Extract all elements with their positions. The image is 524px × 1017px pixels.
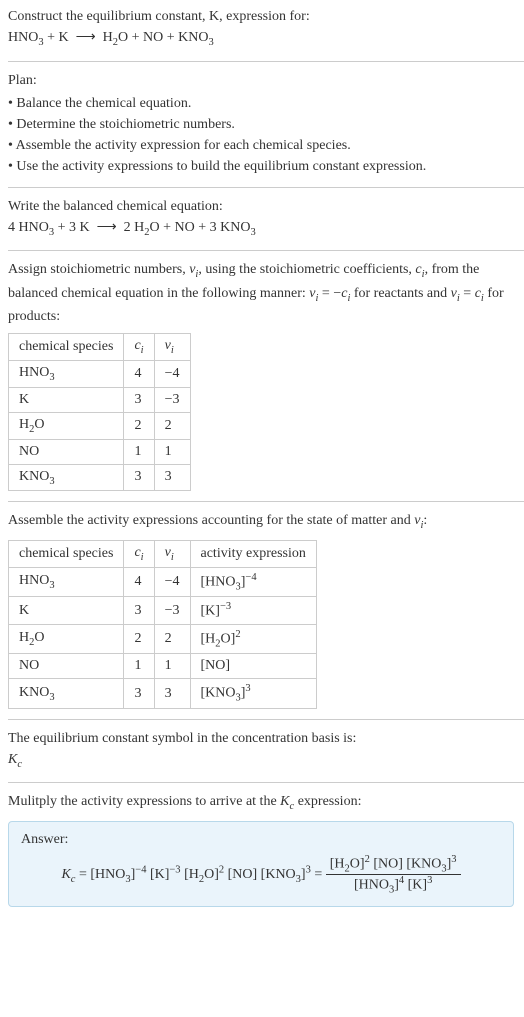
answer-numerator: [H2O]2 [NO] [KNO3]3 [326,854,461,875]
col-species: chemical species [9,540,124,567]
activity-section: Assemble the activity expressions accoun… [8,501,524,708]
multiply-intro: Mulitply the activity expressions to arr… [8,791,524,815]
cell-ci: 3 [124,464,154,491]
plan-heading: Plan: [8,70,524,91]
cell-species: K [9,387,124,412]
balanced-section: Write the balanced chemical equation: 4 … [8,187,524,241]
balanced-equation: 4 HNO3 + 3 K ⟶ 2 H2O + NO + 3 KNO3 [8,217,524,241]
table-row: NO 1 1 [NO] [9,654,317,679]
prompt-equation: HNO3 + K ⟶ H2O + NO + KNO3 [8,27,524,51]
cell-vi: −4 [154,567,190,596]
cell-species: H2O [9,624,124,653]
cell-ci: 3 [124,597,154,625]
prompt-section: Construct the equilibrium constant, K, e… [8,6,524,51]
cell-vi: 2 [154,412,190,439]
answer-label: Answer: [21,832,501,848]
table-row: H2O 2 2 [9,412,191,439]
cell-ci: 3 [124,387,154,412]
answer-lhs: Kc = [HNO3]−4 [K]−3 [H2O]2 [NO] [KNO3]3 … [61,867,325,882]
table-row: K 3 −3 [K]−3 [9,597,317,625]
cell-activity: [KNO3]3 [190,679,316,708]
stoich-table: chemical species ci νi HNO3 4 −4 K 3 −3 … [8,333,191,491]
answer-section: Mulitply the activity expressions to arr… [8,782,524,906]
col-activity: activity expression [190,540,316,567]
table-row: H2O 2 2 [H2O]2 [9,624,317,653]
plan-bullet: • Assemble the activity expression for e… [8,135,524,156]
answer-fraction: [H2O]2 [NO] [KNO3]3 [HNO3]4 [K]3 [326,854,461,896]
kc-symbol: Kc [8,749,524,773]
answer-box: Answer: Kc = [HNO3]−4 [K]−3 [H2O]2 [NO] … [8,821,514,907]
table-row: K 3 −3 [9,387,191,412]
cell-species: NO [9,439,124,464]
col-vi: νi [154,334,190,361]
plan-bullet: • Balance the chemical equation. [8,93,524,114]
cell-activity: [H2O]2 [190,624,316,653]
cell-vi: 3 [154,679,190,708]
cell-species: KNO3 [9,464,124,491]
plan-section: Plan: • Balance the chemical equation. •… [8,61,524,177]
cell-vi: 1 [154,439,190,464]
cell-species: HNO3 [9,360,124,387]
cell-ci: 1 [124,439,154,464]
cell-species: HNO3 [9,567,124,596]
cell-vi: 2 [154,624,190,653]
cell-species: KNO3 [9,679,124,708]
plan-bullet: • Use the activity expressions to build … [8,156,524,177]
prompt-line1: Construct the equilibrium constant, K, e… [8,6,524,27]
col-vi: νi [154,540,190,567]
cell-vi: −4 [154,360,190,387]
cell-ci: 2 [124,412,154,439]
kc-symbol-section: The equilibrium constant symbol in the c… [8,719,524,773]
table-row: NO 1 1 [9,439,191,464]
table-row: HNO3 4 −4 [HNO3]−4 [9,567,317,596]
cell-vi: −3 [154,387,190,412]
cell-ci: 1 [124,654,154,679]
balanced-heading: Write the balanced chemical equation: [8,196,524,217]
plan-bullets: • Balance the chemical equation. • Deter… [8,93,524,177]
cell-ci: 4 [124,360,154,387]
cell-ci: 3 [124,679,154,708]
plan-bullet: • Determine the stoichiometric numbers. [8,114,524,135]
cell-vi: −3 [154,597,190,625]
cell-vi: 1 [154,654,190,679]
kc-symbol-text: The equilibrium constant symbol in the c… [8,728,524,749]
col-ci: ci [124,334,154,361]
table-row: KNO3 3 3 [KNO3]3 [9,679,317,708]
answer-denominator: [HNO3]4 [K]3 [326,875,461,895]
cell-activity: [NO] [190,654,316,679]
cell-ci: 2 [124,624,154,653]
cell-species: K [9,597,124,625]
table-header-row: chemical species ci νi [9,334,191,361]
cell-species: H2O [9,412,124,439]
stoich-section: Assign stoichiometric numbers, νi, using… [8,250,524,491]
stoich-intro: Assign stoichiometric numbers, νi, using… [8,259,524,327]
activity-table: chemical species ci νi activity expressi… [8,540,317,709]
cell-species: NO [9,654,124,679]
table-header-row: chemical species ci νi activity expressi… [9,540,317,567]
table-row: KNO3 3 3 [9,464,191,491]
cell-vi: 3 [154,464,190,491]
cell-activity: [HNO3]−4 [190,567,316,596]
cell-activity: [K]−3 [190,597,316,625]
table-row: HNO3 4 −4 [9,360,191,387]
col-ci: ci [124,540,154,567]
col-species: chemical species [9,334,124,361]
cell-ci: 4 [124,567,154,596]
activity-intro: Assemble the activity expressions accoun… [8,510,524,534]
answer-equation: Kc = [HNO3]−4 [K]−3 [H2O]2 [NO] [KNO3]3 … [21,854,501,896]
